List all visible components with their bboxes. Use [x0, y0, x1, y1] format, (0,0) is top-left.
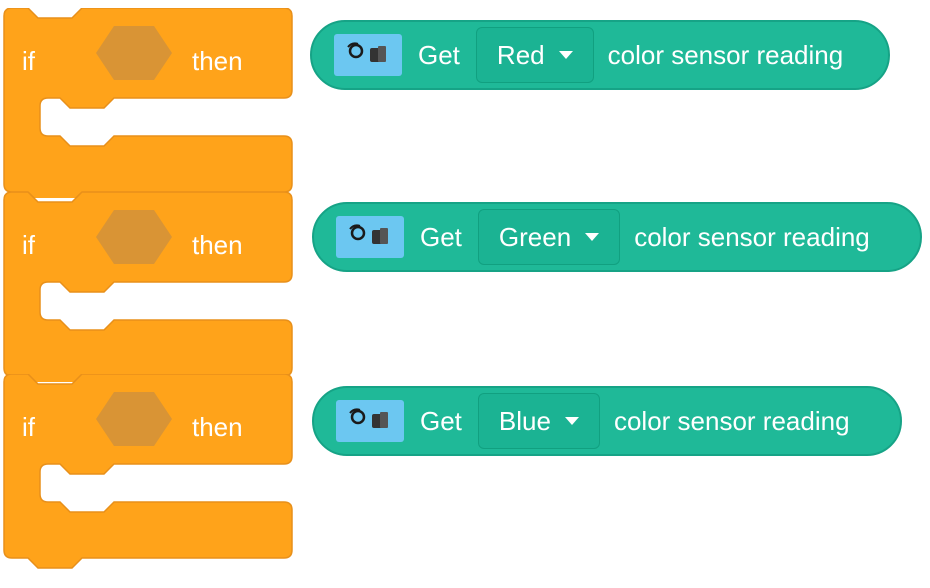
color-dropdown-value: Green [498, 221, 572, 252]
if-label: if [22, 412, 35, 442]
if-then-block-2[interactable]: if then [0, 192, 300, 382]
chevron-down-icon [585, 233, 600, 241]
then-label: then [192, 230, 243, 260]
if-label: if [22, 230, 35, 260]
if-then-block-3[interactable]: if then [0, 374, 300, 569]
if-block-shape [3, 374, 293, 569]
color-sensor-icon [336, 216, 404, 258]
get-label: Get [420, 405, 462, 436]
color-sensor-reporter-3[interactable]: Get Blue color sensor reading [312, 386, 902, 456]
color-sensor-icon [334, 34, 402, 76]
color-dropdown-value: Blue [498, 405, 551, 436]
color-sensor-reporter-1[interactable]: Get Red color sensor reading [310, 20, 890, 90]
if-block-shape [3, 192, 293, 382]
color-sensor-reporter-2[interactable]: Get Green color sensor reading [312, 202, 922, 272]
chevron-down-icon [564, 417, 579, 425]
if-label: if [22, 46, 35, 76]
color-dropdown[interactable]: Green [477, 209, 621, 265]
color-dropdown[interactable]: Blue [477, 393, 600, 449]
then-label: then [192, 412, 243, 442]
then-label: then [192, 46, 243, 76]
color-sensor-icon [336, 400, 404, 442]
color-dropdown[interactable]: Red [475, 27, 594, 83]
get-label: Get [418, 39, 460, 70]
chevron-down-icon [558, 51, 573, 59]
color-dropdown-value: Red [496, 39, 545, 70]
if-block-shape [3, 8, 293, 198]
color-sensor-reading-label: color sensor reading [613, 405, 850, 436]
color-sensor-reading-label: color sensor reading [634, 221, 870, 252]
color-sensor-reading-label: color sensor reading [607, 39, 844, 70]
get-label: Get [420, 221, 462, 252]
if-then-block-1[interactable]: if then [0, 8, 300, 198]
